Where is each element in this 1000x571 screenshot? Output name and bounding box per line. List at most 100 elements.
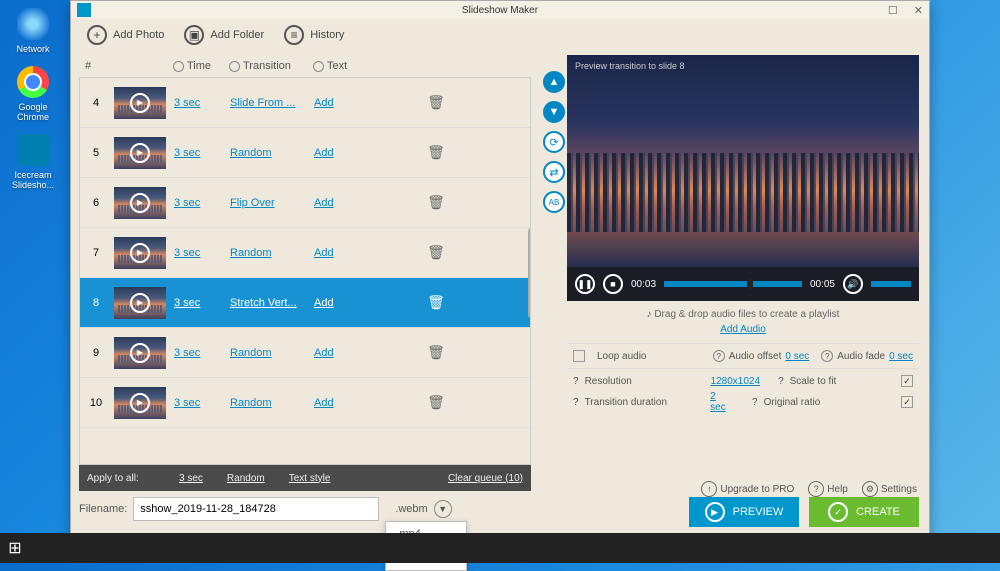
delete-icon[interactable]: 🗑 <box>424 144 448 161</box>
slide-time[interactable]: 3 sec <box>174 147 230 159</box>
slide-row[interactable]: 7▶3 secRandomAdd🗑 <box>80 228 530 278</box>
slide-time[interactable]: 3 sec <box>174 247 230 259</box>
rotate-button[interactable]: ⟳ <box>543 131 565 153</box>
slide-text[interactable]: Add <box>314 247 424 259</box>
slide-transition[interactable]: Random <box>230 147 314 159</box>
slide-thumbnail[interactable]: ▶ <box>114 387 166 419</box>
slide-thumbnail[interactable]: ▶ <box>114 287 166 319</box>
move-down-button[interactable]: ▼ <box>543 101 565 123</box>
offset-value[interactable]: 0 sec <box>785 351 809 362</box>
slide-thumbnail[interactable]: ▶ <box>114 137 166 169</box>
slide-thumbnail[interactable]: ▶ <box>114 187 166 219</box>
maximize-icon[interactable]: ☐ <box>888 4 898 17</box>
delete-icon[interactable]: 🗑 <box>424 344 448 361</box>
slide-row[interactable]: 6▶3 secFlip OverAdd🗑 <box>80 178 530 228</box>
slide-row[interactable]: 10▶3 secRandomAdd🗑 <box>80 378 530 428</box>
slide-text[interactable]: Add <box>314 147 424 159</box>
slide-row[interactable]: 9▶3 secRandomAdd🗑 <box>80 328 530 378</box>
ab-button[interactable]: AB <box>543 191 565 213</box>
apply-all-bar: Apply to all: 3 sec Random Text style Cl… <box>79 465 531 491</box>
note-icon: ♪ <box>647 309 652 320</box>
close-icon[interactable]: ✕ <box>914 4 923 17</box>
slide-time[interactable]: 3 sec <box>174 197 230 209</box>
slide-row[interactable]: 4 ▶ 3 secSlide From ...Add🗑 <box>80 78 530 128</box>
move-up-button[interactable]: ▲ <box>543 71 565 93</box>
apply-text-style[interactable]: Text style <box>289 473 331 484</box>
slide-thumbnail[interactable]: ▶ <box>114 237 166 269</box>
slide-transition[interactable]: Random <box>230 347 314 359</box>
action-buttons: ▶ PREVIEW ✓ CREATE <box>689 497 919 527</box>
col-text[interactable]: Text <box>313 60 433 72</box>
resolution-value[interactable]: 1280x1024 <box>711 376 761 387</box>
slide-thumbnail[interactable]: ▶ <box>114 87 166 119</box>
scrollbar[interactable] <box>528 228 531 318</box>
help-icon[interactable]: ? <box>573 397 579 408</box>
volume-button[interactable]: 🔊 <box>843 274 863 294</box>
apply-time[interactable]: 3 sec <box>179 473 203 484</box>
desktop-network[interactable]: Network <box>8 8 58 54</box>
fade-label: Audio fade <box>837 351 885 362</box>
apply-transition[interactable]: Random <box>227 473 265 484</box>
desktop-icecream[interactable]: Icecream Slidesho... <box>8 134 58 190</box>
help-icon[interactable]: ? <box>573 376 579 387</box>
preview-button[interactable]: ▶ PREVIEW <box>689 497 799 527</box>
slide-text[interactable]: Add <box>314 397 424 409</box>
slide-text[interactable]: Add <box>314 347 424 359</box>
seek-bar[interactable] <box>664 281 802 287</box>
seek-handle[interactable] <box>747 278 753 290</box>
desktop-chrome[interactable]: Google Chrome <box>8 66 58 122</box>
slide-text[interactable]: Add <box>314 97 424 109</box>
slide-thumbnail[interactable]: ▶ <box>114 337 166 369</box>
filename-input[interactable] <box>133 497 379 521</box>
start-button[interactable]: ⊞ <box>0 533 30 563</box>
duration-value[interactable]: 2 sec <box>710 391 734 413</box>
delete-icon[interactable]: 🗑 <box>424 244 448 261</box>
slide-number: 4 <box>86 97 106 109</box>
add-audio-link[interactable]: Add Audio <box>720 324 766 335</box>
fade-value[interactable]: 0 sec <box>889 351 913 362</box>
slide-transition[interactable]: Flip Over <box>230 197 314 209</box>
settings-link[interactable]: ⚙Settings <box>862 481 917 497</box>
slide-list[interactable]: 4▶3 secSlide From ...Add🗑5▶3 secRandomAd… <box>79 77 531 465</box>
stop-button[interactable]: ■ <box>603 274 623 294</box>
col-transition[interactable]: Transition <box>229 60 313 72</box>
help-icon[interactable]: ? <box>713 350 725 362</box>
volume-slider[interactable] <box>871 281 911 287</box>
pause-button[interactable]: ❚❚ <box>575 274 595 294</box>
slide-time[interactable]: 3 sec <box>174 97 230 109</box>
slide-text[interactable]: Add <box>314 197 424 209</box>
upgrade-link[interactable]: ↑Upgrade to PRO <box>701 481 794 497</box>
col-time[interactable]: Time <box>173 60 229 72</box>
add-photo-button[interactable]: + Add Photo <box>79 23 172 47</box>
add-folder-button[interactable]: ▣ Add Folder <box>176 23 272 47</box>
slide-transition[interactable]: Random <box>230 247 314 259</box>
loop-checkbox[interactable] <box>573 350 585 362</box>
play-icon: ▶ <box>130 143 150 163</box>
delete-icon[interactable]: 🗑 <box>424 394 448 411</box>
slide-transition[interactable]: Random <box>230 397 314 409</box>
help-link[interactable]: ?Help <box>808 481 848 497</box>
slide-text[interactable]: Add <box>314 297 424 309</box>
help-icon[interactable]: ? <box>752 397 758 408</box>
preview-area: Preview transition to slide 8 ❚❚ ■ 00:03… <box>567 55 919 301</box>
delete-icon[interactable]: 🗑 <box>424 94 448 111</box>
shuffle-button[interactable]: ⇄ <box>543 161 565 183</box>
slide-transition[interactable]: Slide From ... <box>230 97 314 109</box>
delete-icon[interactable]: 🗑 <box>424 294 448 311</box>
slide-row[interactable]: 5▶3 secRandomAdd🗑 <box>80 128 530 178</box>
play-icon: ▶ <box>705 502 725 522</box>
create-button[interactable]: ✓ CREATE <box>809 497 919 527</box>
ratio-checkbox[interactable]: ✓ <box>901 396 913 408</box>
help-icon[interactable]: ? <box>821 350 833 362</box>
slide-row[interactable]: 8▶3 secStretch Vert...Add🗑 <box>80 278 530 328</box>
delete-icon[interactable]: 🗑 <box>424 194 448 211</box>
format-button[interactable]: .webm ▼ <box>389 497 457 521</box>
history-button[interactable]: ≡ History <box>276 23 352 47</box>
slide-transition[interactable]: Stretch Vert... <box>230 297 314 309</box>
clear-queue[interactable]: Clear queue (10) <box>448 473 523 484</box>
help-icon[interactable]: ? <box>778 376 784 387</box>
scale-checkbox[interactable]: ✓ <box>901 375 913 387</box>
slide-time[interactable]: 3 sec <box>174 397 230 409</box>
slide-time[interactable]: 3 sec <box>174 347 230 359</box>
slide-time[interactable]: 3 sec <box>174 297 230 309</box>
